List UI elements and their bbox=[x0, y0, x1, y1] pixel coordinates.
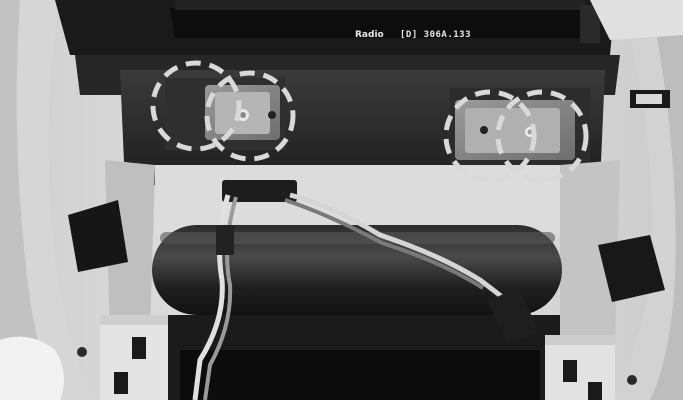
head-unit: Radio [D] 306A.133 bbox=[55, 0, 683, 55]
head-unit-model: [D] 306A.133 bbox=[400, 30, 471, 40]
clip-left bbox=[100, 315, 168, 400]
cavity bbox=[105, 160, 620, 400]
bracket-screw-right-1 bbox=[480, 126, 488, 134]
screw-bottom-right bbox=[627, 375, 637, 385]
photo-scene: Radio [D] 306A.133 bbox=[0, 0, 683, 400]
bracket-screw-left-2 bbox=[268, 111, 276, 119]
clip-right bbox=[545, 335, 615, 400]
screw-bottom-left bbox=[77, 347, 87, 357]
head-unit-brand: Radio bbox=[355, 30, 384, 40]
